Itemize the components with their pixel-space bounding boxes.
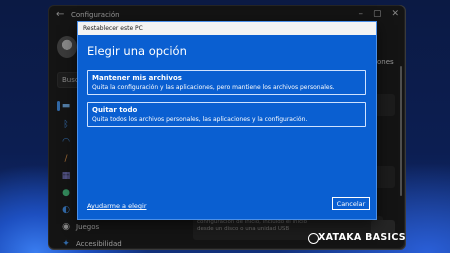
option-description: Quita la configuración y las aplicacione… [92, 84, 335, 91]
help-me-choose-link[interactable]: Ayudarme a elegir [87, 202, 147, 210]
option-title: Mantener mis archivos [92, 74, 182, 82]
remove-everything-option[interactable]: Quitar todo Quita todos los archivos per… [87, 102, 366, 127]
dialog-heading: Elegir una opción [87, 44, 187, 58]
watermark-text: XATAKA BASICS [318, 232, 406, 243]
cancel-button[interactable]: Cancelar [332, 197, 370, 210]
option-description: Quita todos los archivos personales, las… [92, 116, 308, 123]
reset-pc-dialog: Restablecer este PC Elegir una opción Ma… [77, 21, 377, 220]
keep-my-files-option[interactable]: Mantener mis archivos Quita la configura… [87, 70, 366, 95]
dialog-titlebar: Restablecer este PC [78, 22, 376, 35]
option-title: Quitar todo [92, 106, 138, 114]
